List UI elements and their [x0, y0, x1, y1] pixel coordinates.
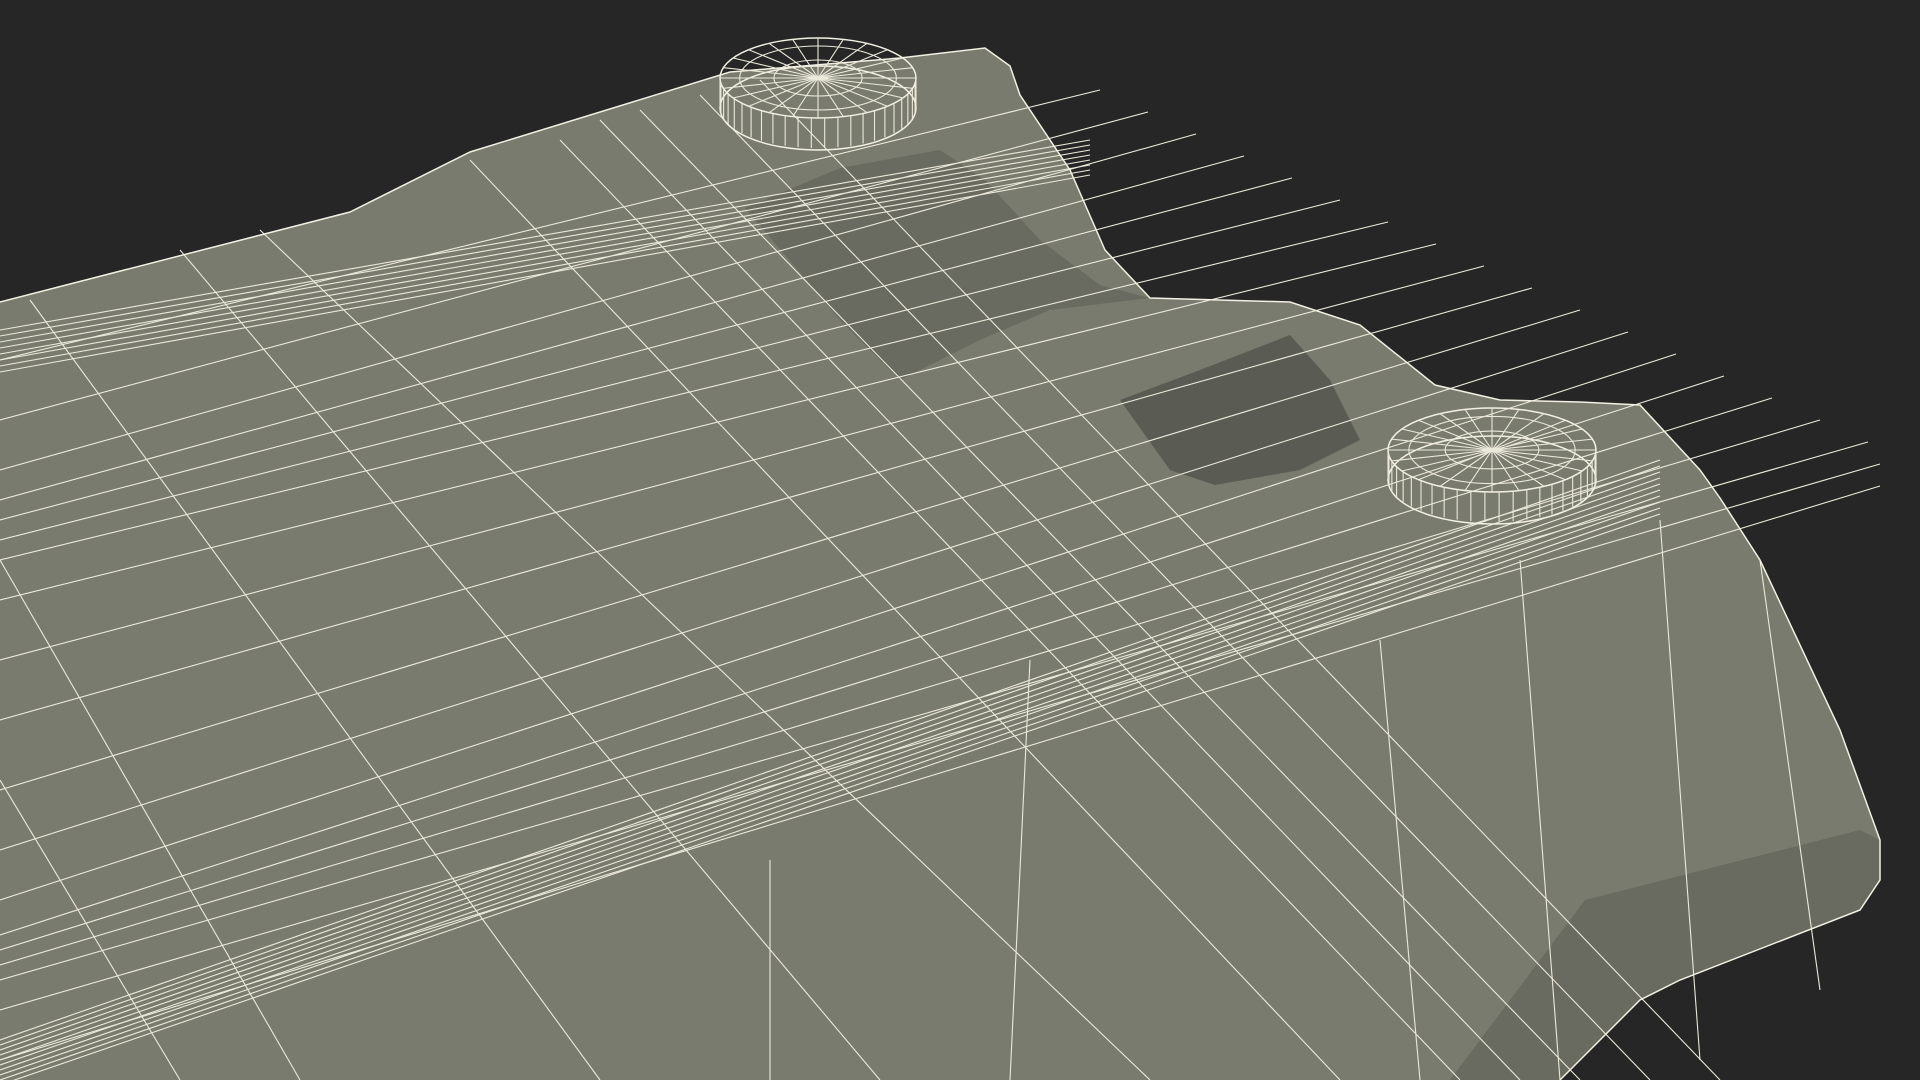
viewport-3d[interactable]: [0, 0, 1920, 1080]
wireframe-model: [0, 37, 1881, 1080]
